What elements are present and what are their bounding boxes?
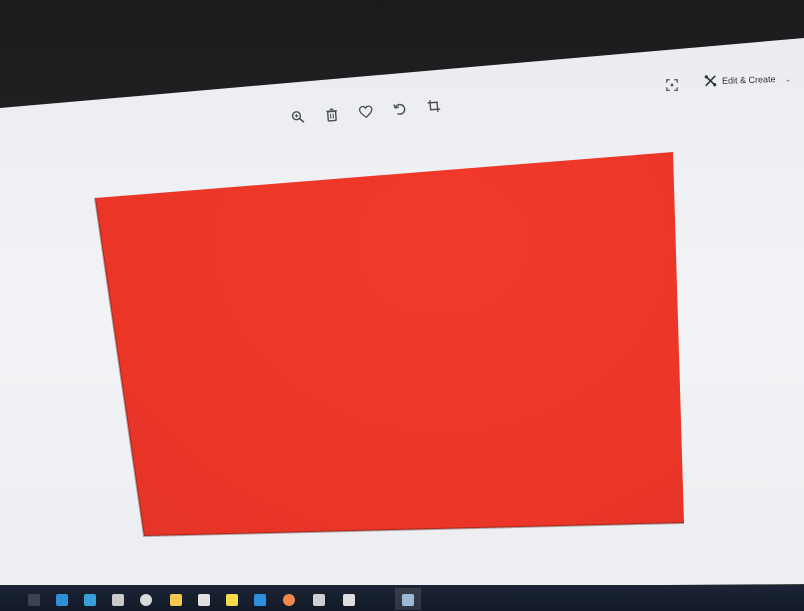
start-icon[interactable] <box>28 594 40 606</box>
chrome-icon[interactable] <box>140 594 152 606</box>
file-icon[interactable] <box>198 594 210 606</box>
crop-button[interactable] <box>424 98 443 117</box>
delete-button[interactable] <box>322 107 341 126</box>
rotate-button[interactable] <box>390 101 409 120</box>
crop-icon <box>426 98 441 118</box>
edit-create-icon <box>704 74 718 89</box>
store-icon[interactable] <box>84 594 96 606</box>
favorite-button[interactable] <box>356 104 375 123</box>
heart-icon <box>358 104 373 124</box>
edge-icon[interactable] <box>56 594 68 606</box>
app-icon[interactable] <box>283 594 295 606</box>
notes-icon[interactable] <box>226 594 238 606</box>
chevron-down-icon: ⌄ <box>784 73 792 84</box>
zoom-in-icon <box>290 109 305 129</box>
photos-icon[interactable] <box>402 594 414 606</box>
folder-icon[interactable] <box>170 594 182 606</box>
window-icon[interactable] <box>313 594 325 606</box>
zoom-in-button[interactable] <box>288 109 307 128</box>
vscode-icon[interactable] <box>254 594 266 606</box>
edit-create-label: Edit & Create <box>721 74 776 86</box>
lock-icon[interactable] <box>112 594 124 606</box>
edit-create-button[interactable]: Edit & Create ⌄ <box>704 68 792 91</box>
fullscreen-icon <box>666 78 678 96</box>
fullscreen-button[interactable] <box>665 78 679 96</box>
photo-toolbar <box>0 0 804 140</box>
rotate-icon <box>392 101 407 121</box>
trash-icon <box>324 107 339 127</box>
window-icon[interactable] <box>343 594 355 606</box>
